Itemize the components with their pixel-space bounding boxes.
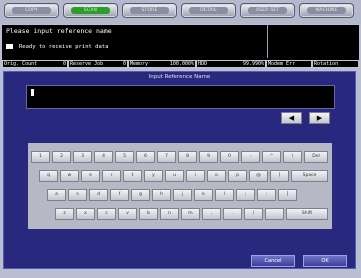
key-row2-4[interactable]: t (123, 170, 142, 182)
key-row3-2[interactable]: d (89, 189, 108, 201)
key-row2-0[interactable]: q (39, 170, 58, 182)
printer-icon (6, 44, 13, 49)
key-row1-8[interactable]: 9 (199, 151, 218, 163)
key-row3-1[interactable]: s (68, 189, 87, 201)
on-screen-keyboard: 1 2 3 4 5 6 7 8 9 0- ^ \ Del q w e r t y u i o p @[Space a s d f g h j… (28, 143, 332, 229)
key-row1-2[interactable]: 3 (73, 151, 92, 163)
space-key[interactable]: Space (291, 170, 328, 182)
tab-machine-label: MACHINE (307, 7, 346, 14)
memory-value: 100.000% (169, 61, 194, 67)
key-row2-1[interactable]: w (60, 170, 79, 182)
rotation-label: Rotation (314, 61, 339, 67)
key-row1-1[interactable]: 2 (52, 151, 71, 163)
cancel-button[interactable]: Cancel (251, 255, 295, 267)
key-row4-9[interactable]: / (244, 208, 263, 220)
rotation-cell[interactable]: Rotation (312, 60, 359, 68)
key-row3-5[interactable]: h (152, 189, 171, 201)
key-row2-5[interactable]: y (144, 170, 163, 182)
key-row2-3[interactable]: r (102, 170, 121, 182)
shift-key[interactable]: Shift (286, 208, 328, 220)
tab-machine[interactable]: MACHINE (299, 3, 354, 18)
hdd-value: 99.990% (242, 61, 264, 67)
key-row1-10[interactable]: - (241, 151, 260, 163)
key-row3-9[interactable]: ; (236, 189, 255, 201)
tab-scan-label: SCAN (71, 7, 110, 14)
tab-scan[interactable]: SCAN (63, 3, 118, 18)
key-row4-1[interactable]: x (76, 208, 95, 220)
modem-error-label: Modem Err (268, 61, 296, 67)
key-row4-6[interactable]: m (181, 208, 200, 220)
status-row: Orig. Count 0 Reserve Job 0 Memory 100.0… (2, 60, 359, 68)
key-row1-11[interactable]: ^ (262, 151, 281, 163)
key-row4-7[interactable]: , (202, 208, 221, 220)
panel-divider (267, 25, 268, 58)
key-row3-4[interactable]: g (131, 189, 150, 201)
key-row3-3[interactable]: f (110, 189, 129, 201)
key-row3-11[interactable]: ] (278, 189, 297, 201)
key-row2-2[interactable]: e (81, 170, 100, 182)
printer-status-message: Ready to receive print data (6, 44, 108, 50)
reserve-job-label: Reserve Job (70, 61, 104, 67)
reference-name-input[interactable] (26, 85, 335, 109)
printer-status-text: Ready to receive print data (19, 44, 109, 50)
key-row1-0[interactable]: 1 (31, 151, 50, 163)
tab-copy-label: COPY (12, 7, 51, 14)
key-row2-7[interactable]: i (186, 170, 205, 182)
ok-button[interactable]: OK (303, 255, 347, 267)
key-row2-8[interactable]: o (207, 170, 226, 182)
tab-store-label: STORE (130, 7, 169, 14)
tab-user-set-label: USER SET (248, 7, 287, 14)
key-row1-4[interactable]: 5 (115, 151, 134, 163)
reserve-job-cell: Reserve Job 0 (68, 60, 128, 68)
key-row2-9[interactable]: p (228, 170, 247, 182)
key-row3-6[interactable]: j (173, 189, 192, 201)
cursor-left-button[interactable]: ◀ (281, 112, 302, 124)
tab-detail[interactable]: DETAIL (181, 3, 236, 18)
key-row1-5[interactable]: 6 (136, 151, 155, 163)
key-row2-6[interactable]: u (165, 170, 184, 182)
message-panel: Please input reference name Ready to rec… (2, 25, 359, 60)
key-row3-10[interactable]: : (257, 189, 276, 201)
orig-count-label: Orig. Count (4, 61, 38, 67)
key-row1-6[interactable]: 7 (157, 151, 176, 163)
dialog-title: Input Reference Name (148, 74, 211, 80)
cursor-right-button[interactable]: ▶ (309, 112, 330, 124)
key-row2-11[interactable]: [ (270, 170, 289, 182)
mode-tab-bar: COPY SCAN STORE DETAIL USER SET MACHINE (0, 0, 361, 24)
key-row4-10[interactable] (265, 208, 284, 220)
key-row1-12[interactable]: \ (283, 151, 302, 163)
orig-count-cell: Orig. Count 0 (2, 60, 68, 68)
del-key[interactable]: Del (304, 151, 328, 163)
hdd-cell: HDD 99.990% (196, 60, 266, 68)
instruction-message: Please input reference name (6, 27, 112, 35)
key-row3-0[interactable]: a (47, 189, 66, 201)
key-row4-5[interactable]: n (160, 208, 179, 220)
input-reference-dialog: Input Reference Name ◀ ▶ 1 2 3 4 5 6 7 8 9 0- ^ \ De… (3, 71, 356, 269)
key-row4-8[interactable]: . (223, 208, 242, 220)
key-row4-4[interactable]: b (139, 208, 158, 220)
orig-count-value: 0 (62, 61, 66, 67)
key-row4-2[interactable]: c (97, 208, 116, 220)
key-row1-7[interactable]: 8 (178, 151, 197, 163)
key-row3-8[interactable]: l (215, 189, 234, 201)
tab-copy[interactable]: COPY (4, 3, 59, 18)
text-cursor (31, 89, 34, 96)
modem-error-cell[interactable]: Modem Err (266, 60, 312, 68)
tab-detail-label: DETAIL (189, 7, 228, 14)
key-row4-3[interactable]: v (118, 208, 137, 220)
memory-cell: Memory 100.000% (128, 60, 196, 68)
key-row1-3[interactable]: 4 (94, 151, 113, 163)
hdd-label: HDD (198, 61, 208, 67)
key-row4-0[interactable]: z (55, 208, 74, 220)
key-row1-9[interactable]: 0 (220, 151, 239, 163)
key-row3-7[interactable]: k (194, 189, 213, 201)
tab-store[interactable]: STORE (122, 3, 177, 18)
tab-user-set[interactable]: USER SET (240, 3, 295, 18)
key-row2-10[interactable]: @ (249, 170, 268, 182)
reserve-job-value: 0 (122, 61, 126, 67)
memory-label: Memory (130, 61, 149, 67)
